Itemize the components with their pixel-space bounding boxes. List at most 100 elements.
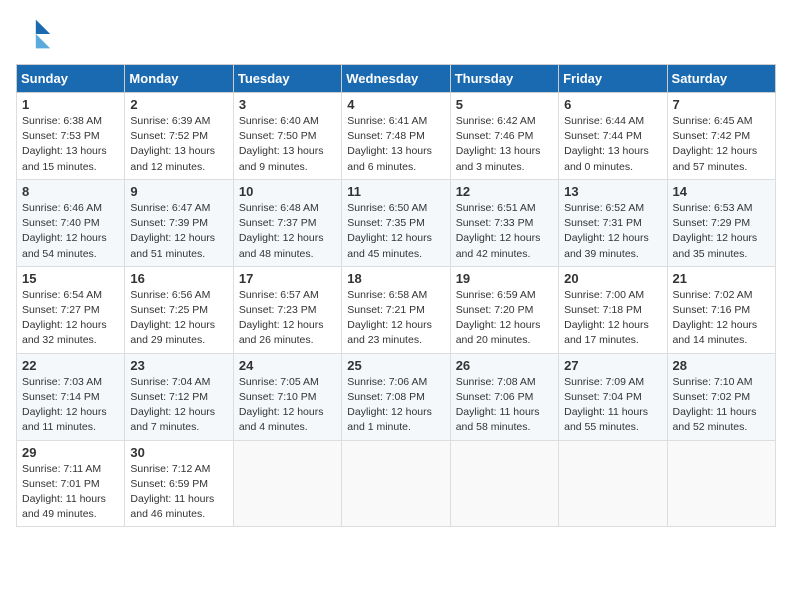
- logo-icon: [16, 16, 52, 52]
- day-number: 7: [673, 97, 770, 112]
- day-number: 10: [239, 184, 336, 199]
- header-saturday: Saturday: [667, 65, 775, 93]
- day-number: 29: [22, 445, 119, 460]
- calendar-cell: 11Sunrise: 6:50 AM Sunset: 7:35 PM Dayli…: [342, 179, 450, 266]
- day-number: 1: [22, 97, 119, 112]
- day-number: 13: [564, 184, 661, 199]
- day-info: Sunrise: 7:09 AM Sunset: 7:04 PM Dayligh…: [564, 375, 661, 436]
- day-info: Sunrise: 6:38 AM Sunset: 7:53 PM Dayligh…: [22, 114, 119, 175]
- day-number: 26: [456, 358, 553, 373]
- calendar-week-row: 22Sunrise: 7:03 AM Sunset: 7:14 PM Dayli…: [17, 353, 776, 440]
- day-info: Sunrise: 7:12 AM Sunset: 6:59 PM Dayligh…: [130, 462, 227, 523]
- day-info: Sunrise: 6:52 AM Sunset: 7:31 PM Dayligh…: [564, 201, 661, 262]
- header-tuesday: Tuesday: [233, 65, 341, 93]
- calendar-cell: [233, 440, 341, 527]
- day-number: 3: [239, 97, 336, 112]
- day-number: 14: [673, 184, 770, 199]
- calendar-cell: 30 Sunrise: 7:12 AM Sunset: 6:59 PM Dayli…: [125, 440, 233, 527]
- calendar-cell: 14 Sunrise: 6:53 AM Sunset: 7:29 PM Dayli…: [667, 179, 775, 266]
- day-info: Sunrise: 6:59 AM Sunset: 7:20 PM Dayligh…: [456, 288, 553, 349]
- day-info: Sunrise: 6:48 AM Sunset: 7:37 PM Dayligh…: [239, 201, 336, 262]
- day-info: Sunrise: 7:04 AM Sunset: 7:12 PM Dayligh…: [130, 375, 227, 436]
- calendar-cell: 9 Sunrise: 6:47 AM Sunset: 7:39 PM Daylig…: [125, 179, 233, 266]
- day-info: Sunrise: 6:44 AM Sunset: 7:44 PM Dayligh…: [564, 114, 661, 175]
- day-info: Sunrise: 6:45 AM Sunset: 7:42 PM Dayligh…: [673, 114, 770, 175]
- day-number: 11: [347, 184, 444, 199]
- header-wednesday: Wednesday: [342, 65, 450, 93]
- header-sunday: Sunday: [17, 65, 125, 93]
- header-friday: Friday: [559, 65, 667, 93]
- calendar-cell: [450, 440, 558, 527]
- calendar-cell: [559, 440, 667, 527]
- calendar-cell: 20 Sunrise: 7:00 AM Sunset: 7:18 PM Dayli…: [559, 266, 667, 353]
- day-number: 15: [22, 271, 119, 286]
- header-thursday: Thursday: [450, 65, 558, 93]
- day-number: 25: [347, 358, 444, 373]
- calendar-cell: 8 Sunrise: 6:46 AM Sunset: 7:40 PM Daylig…: [17, 179, 125, 266]
- day-number: 28: [673, 358, 770, 373]
- day-info: Sunrise: 6:42 AM Sunset: 7:46 PM Dayligh…: [456, 114, 553, 175]
- calendar-cell: 7 Sunrise: 6:45 AM Sunset: 7:42 PM Daylig…: [667, 93, 775, 180]
- day-info: Sunrise: 6:58 AM Sunset: 7:21 PM Dayligh…: [347, 288, 444, 349]
- calendar-cell: 6 Sunrise: 6:44 AM Sunset: 7:44 PM Daylig…: [559, 93, 667, 180]
- calendar-cell: 29 Sunrise: 7:11 AM Sunset: 7:01 PM Dayli…: [17, 440, 125, 527]
- day-number: 30: [130, 445, 227, 460]
- calendar-cell: 5 Sunrise: 6:42 AM Sunset: 7:46 PM Daylig…: [450, 93, 558, 180]
- calendar-cell: 17 Sunrise: 6:57 AM Sunset: 7:23 PM Dayli…: [233, 266, 341, 353]
- day-info: Sunrise: 7:00 AM Sunset: 7:18 PM Dayligh…: [564, 288, 661, 349]
- day-info: Sunrise: 6:40 AM Sunset: 7:50 PM Dayligh…: [239, 114, 336, 175]
- calendar-table: SundayMondayTuesdayWednesdayThursdayFrid…: [16, 64, 776, 527]
- day-number: 2: [130, 97, 227, 112]
- day-number: 5: [456, 97, 553, 112]
- calendar-cell: 2 Sunrise: 6:39 AM Sunset: 7:52 PM Daylig…: [125, 93, 233, 180]
- calendar-cell: 18 Sunrise: 6:58 AM Sunset: 7:21 PM Dayli…: [342, 266, 450, 353]
- calendar-cell: 23 Sunrise: 7:04 AM Sunset: 7:12 PM Dayli…: [125, 353, 233, 440]
- calendar-cell: 21 Sunrise: 7:02 AM Sunset: 7:16 PM Dayli…: [667, 266, 775, 353]
- day-number: 16: [130, 271, 227, 286]
- day-info: Sunrise: 6:53 AM Sunset: 7:29 PM Dayligh…: [673, 201, 770, 262]
- calendar-cell: 12 Sunrise: 6:51 AM Sunset: 7:33 PM Dayli…: [450, 179, 558, 266]
- calendar-week-row: 1 Sunrise: 6:38 AM Sunset: 7:53 PM Daylig…: [17, 93, 776, 180]
- day-info: Sunrise: 6:47 AM Sunset: 7:39 PM Dayligh…: [130, 201, 227, 262]
- day-info: Sunrise: 6:46 AM Sunset: 7:40 PM Dayligh…: [22, 201, 119, 262]
- day-info: Sunrise: 7:06 AM Sunset: 7:08 PM Dayligh…: [347, 375, 444, 436]
- logo: [16, 16, 56, 52]
- calendar-cell: 27 Sunrise: 7:09 AM Sunset: 7:04 PM Dayli…: [559, 353, 667, 440]
- day-number: 18: [347, 271, 444, 286]
- calendar-cell: 1 Sunrise: 6:38 AM Sunset: 7:53 PM Daylig…: [17, 93, 125, 180]
- calendar-cell: 25 Sunrise: 7:06 AM Sunset: 7:08 PM Dayli…: [342, 353, 450, 440]
- calendar-cell: 26 Sunrise: 7:08 AM Sunset: 7:06 PM Dayli…: [450, 353, 558, 440]
- page-header: [16, 16, 776, 52]
- calendar-cell: [667, 440, 775, 527]
- calendar-cell: 28 Sunrise: 7:10 AM Sunset: 7:02 PM Dayli…: [667, 353, 775, 440]
- day-info: Sunrise: 6:57 AM Sunset: 7:23 PM Dayligh…: [239, 288, 336, 349]
- day-number: 12: [456, 184, 553, 199]
- day-info: Sunrise: 6:39 AM Sunset: 7:52 PM Dayligh…: [130, 114, 227, 175]
- day-number: 23: [130, 358, 227, 373]
- calendar-cell: [342, 440, 450, 527]
- day-info: Sunrise: 7:02 AM Sunset: 7:16 PM Dayligh…: [673, 288, 770, 349]
- day-info: Sunrise: 6:51 AM Sunset: 7:33 PM Dayligh…: [456, 201, 553, 262]
- calendar-cell: 19Sunrise: 6:59 AM Sunset: 7:20 PM Dayli…: [450, 266, 558, 353]
- day-number: 9: [130, 184, 227, 199]
- calendar-cell: 15 Sunrise: 6:54 AM Sunset: 7:27 PM Dayli…: [17, 266, 125, 353]
- day-info: Sunrise: 7:08 AM Sunset: 7:06 PM Dayligh…: [456, 375, 553, 436]
- day-info: Sunrise: 6:54 AM Sunset: 7:27 PM Dayligh…: [22, 288, 119, 349]
- day-info: Sunrise: 7:11 AM Sunset: 7:01 PM Dayligh…: [22, 462, 119, 523]
- calendar-cell: 24 Sunrise: 7:05 AM Sunset: 7:10 PM Dayli…: [233, 353, 341, 440]
- day-info: Sunrise: 6:56 AM Sunset: 7:25 PM Dayligh…: [130, 288, 227, 349]
- calendar-week-row: 15 Sunrise: 6:54 AM Sunset: 7:27 PM Dayli…: [17, 266, 776, 353]
- calendar-week-row: 29 Sunrise: 7:11 AM Sunset: 7:01 PM Dayli…: [17, 440, 776, 527]
- calendar-week-row: 8 Sunrise: 6:46 AM Sunset: 7:40 PM Daylig…: [17, 179, 776, 266]
- day-info: Sunrise: 7:10 AM Sunset: 7:02 PM Dayligh…: [673, 375, 770, 436]
- day-number: 24: [239, 358, 336, 373]
- calendar-cell: 3 Sunrise: 6:40 AM Sunset: 7:50 PM Daylig…: [233, 93, 341, 180]
- day-number: 6: [564, 97, 661, 112]
- day-number: 8: [22, 184, 119, 199]
- day-number: 27: [564, 358, 661, 373]
- day-info: Sunrise: 7:03 AM Sunset: 7:14 PM Dayligh…: [22, 375, 119, 436]
- day-info: Sunrise: 7:05 AM Sunset: 7:10 PM Dayligh…: [239, 375, 336, 436]
- day-number: 17: [239, 271, 336, 286]
- day-number: 20: [564, 271, 661, 286]
- day-number: 21: [673, 271, 770, 286]
